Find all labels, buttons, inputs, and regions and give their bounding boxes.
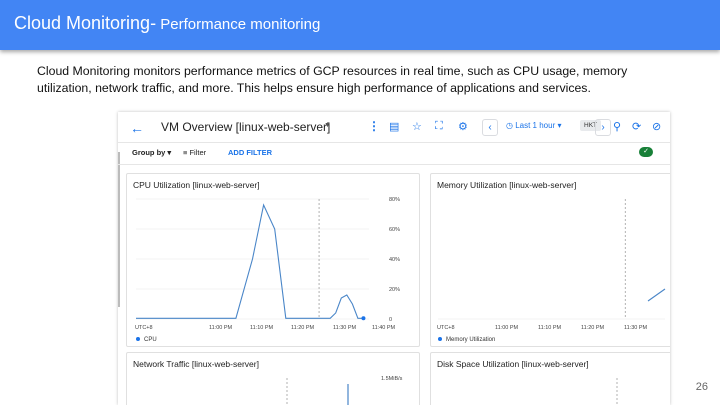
slide-title-bar: Cloud Monitoring- Performance monitoring <box>0 0 720 50</box>
legend-marker <box>438 337 442 341</box>
page-title: VM Overview [linux-web-server] <box>161 120 331 134</box>
x-tick-label: 11:10 PM <box>250 325 274 331</box>
visibility-off-icon[interactable]: ⊘ <box>652 120 661 133</box>
x-tick-label: UTC+8 <box>437 325 455 331</box>
check-icon: ✓ <box>639 147 653 157</box>
settings-icon[interactable]: ⚙ <box>458 120 468 133</box>
x-tick-label: 11:20 PM <box>581 325 605 331</box>
time-range-label: Last 1 hour <box>515 121 556 130</box>
more-vert-icon[interactable]: ⋮ <box>368 119 380 133</box>
network-chart[interactable]: 1.5MiB/s <box>127 353 419 405</box>
star-icon[interactable]: ☆ <box>412 120 422 133</box>
slide-title-main: Cloud Monitoring- <box>14 13 157 33</box>
slide-title: Cloud Monitoring- Performance monitoring <box>14 13 320 34</box>
memory-series-line <box>647 288 666 302</box>
group-by-button[interactable]: Group by ▾ <box>132 148 171 157</box>
chevron-down-icon[interactable]: ▼ <box>324 122 331 129</box>
y-tick-label: 60% <box>389 227 400 233</box>
network-chart-card: Network Traffic [linux-web-server] 1.5Mi… <box>126 352 420 405</box>
disk-chart-card: Disk Space Utilization [linux-web-server… <box>430 352 670 405</box>
cpu-last-point <box>361 316 366 321</box>
x-tick-label: 11:00 PM <box>495 325 519 331</box>
cpu-chart[interactable]: 0 20% 40% 60% 80% UTC+8 11:00 PM 11:10 PM 11:20 … <box>127 174 419 346</box>
console-screenshot: ← VM Overview [linux-web-server] ▼ ⋮ ▤ ☆… <box>118 112 670 405</box>
x-tick-label: 11:30 PM <box>624 325 648 331</box>
legend-marker <box>136 337 140 341</box>
y-tick-label: 1.5MiB/s <box>381 376 403 382</box>
legend-label: CPU <box>144 337 157 343</box>
add-filter-button[interactable]: ADD FILTER <box>228 148 272 157</box>
zoom-icon[interactable]: ⚲ <box>613 120 621 133</box>
auto-refresh-off-icon[interactable]: ⟳ <box>632 120 641 133</box>
y-tick-label: 80% <box>389 197 400 203</box>
page-number: 26 <box>695 381 708 393</box>
x-tick-label: 11:40 PM <box>372 325 396 331</box>
memory-chart-card: Memory Utilization [linux-web-server] UT… <box>430 173 670 347</box>
disk-chart[interactable] <box>431 353 670 405</box>
cpu-chart-card: CPU Utilization [linux-web-server] 0 20% 4… <box>126 173 420 347</box>
x-tick-label: 11:10 PM <box>538 325 562 331</box>
x-tick-label: 11:30 PM <box>333 325 357 331</box>
y-tick-label: 40% <box>389 257 400 263</box>
x-tick-label: 11:00 PM <box>209 325 233 331</box>
memory-chart[interactable]: UTC+8 11:00 PM 11:10 PM 11:20 PM 11:30 PMMem… <box>431 174 670 346</box>
legend-label: Memory Utilization <box>446 337 495 343</box>
filter-bar: Group by ▾ ≡ Filter ADD FILTER ✓ <box>118 142 670 165</box>
panel-edge <box>118 152 120 307</box>
y-tick-label: 20% <box>389 287 400 293</box>
x-tick-label: UTC+8 <box>135 325 153 331</box>
group-by-label: Group by <box>132 148 166 157</box>
slide-description: Cloud Monitoring monitors performance me… <box>37 64 628 95</box>
arrow-left-icon[interactable]: ← <box>130 120 144 136</box>
x-tick-label: 11:20 PM <box>291 325 315 331</box>
console-toolbar: ← VM Overview [linux-web-server] ▼ ⋮ ▤ ☆… <box>118 112 670 143</box>
dashboard-icon[interactable]: ▤ <box>389 120 399 133</box>
filter-button[interactable]: ≡ Filter <box>183 148 206 157</box>
cpu-series-line <box>136 203 364 319</box>
time-range-select[interactable]: ◷ Last 1 hour ▾ <box>506 121 561 130</box>
chevron-left-icon[interactable]: ‹ <box>482 119 498 136</box>
chevron-right-icon[interactable]: › <box>595 119 611 136</box>
fullscreen-icon[interactable]: ⛶ <box>435 120 443 133</box>
filter-label: Filter <box>189 148 207 157</box>
y-tick-label: 0 <box>389 317 392 323</box>
slide-title-sub: Performance monitoring <box>156 16 321 33</box>
